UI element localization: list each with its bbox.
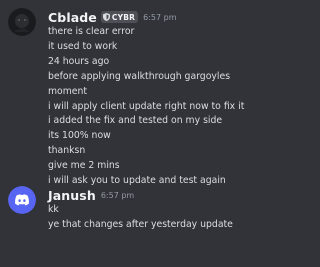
message-text: it used to work	[48, 40, 118, 52]
clan-tag[interactable]: CYBR	[100, 11, 139, 23]
message-text: thanksn	[48, 145, 86, 157]
message-header: Cblade CYBR 6:57 pm	[48, 8, 177, 26]
message-text: moment	[48, 85, 88, 97]
username[interactable]: Cblade	[48, 10, 97, 25]
shield-icon	[102, 13, 110, 21]
dark-avatar-icon	[8, 8, 36, 36]
message-text: before applying walkthrough gargoyles	[48, 70, 231, 82]
message-text: kk	[48, 204, 59, 215]
clan-tag-label: CYBR	[111, 12, 136, 22]
message-text: its 100% now	[48, 130, 111, 142]
message-header: Janush 6:57 pm	[48, 186, 134, 204]
message-text: 24 hours ago	[48, 55, 110, 67]
message-text: ye that changes after yesterday update	[48, 218, 233, 230]
message-text: there is clear error	[48, 26, 135, 37]
message-text: i will apply client update right now to …	[48, 100, 245, 112]
message-text: give me 2 mins	[48, 160, 120, 172]
message-text: i added the fix and tested on my side	[48, 115, 223, 127]
username[interactable]: Janush	[48, 188, 96, 203]
user-avatar[interactable]	[8, 186, 36, 214]
discord-logo-icon	[8, 186, 36, 214]
message-lines: kk ye that changes after yesterday updat…	[48, 203, 248, 233]
timestamp: 6:57 pm	[100, 190, 135, 200]
timestamp: 6:57 pm	[143, 12, 177, 22]
user-avatar[interactable]	[8, 8, 36, 36]
chat-messages: Cblade CYBR 6:57 pm there is clear error…	[0, 0, 250, 267]
message-lines: there is clear error it used to work 24 …	[48, 25, 248, 189]
